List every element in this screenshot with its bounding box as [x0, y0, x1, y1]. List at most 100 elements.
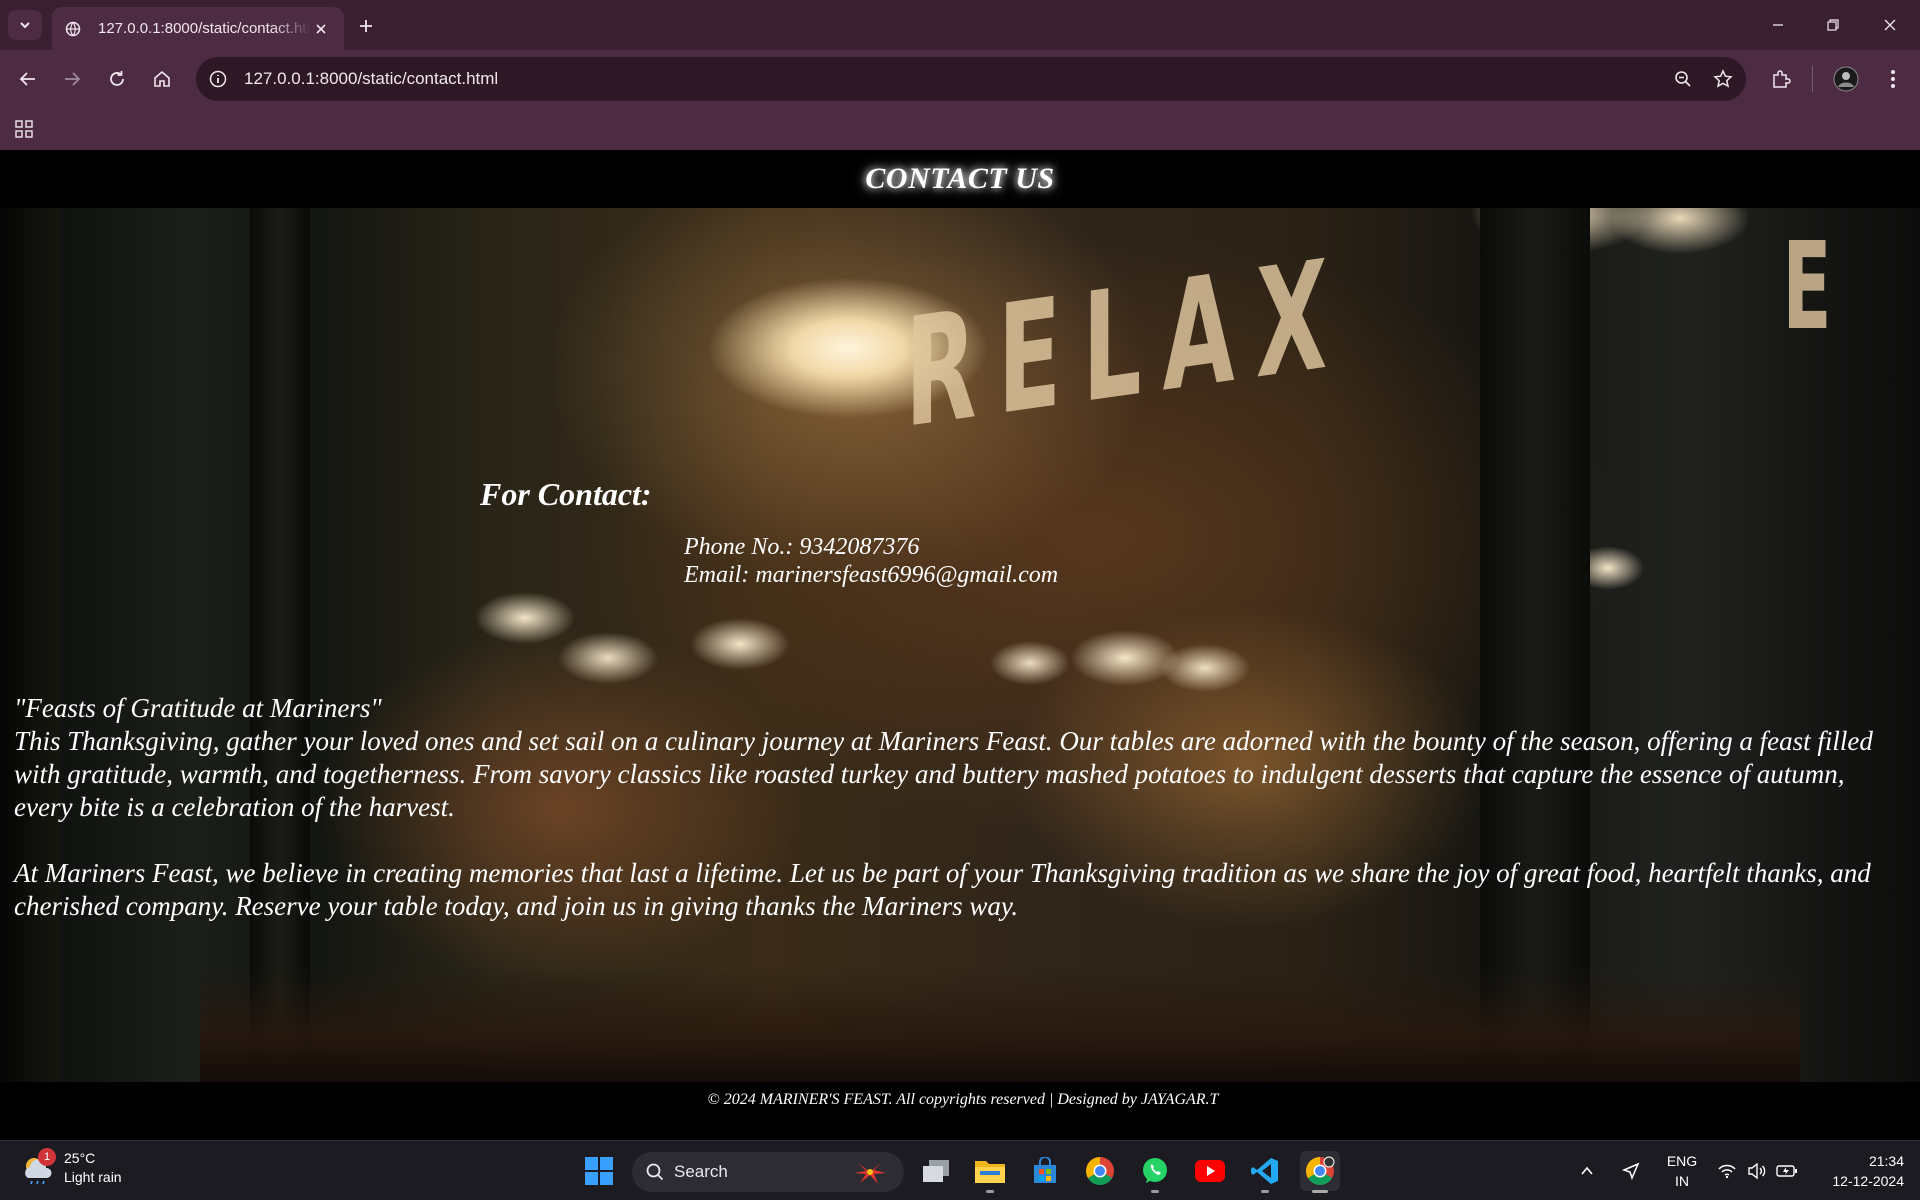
page-header: CONTACT US [0, 150, 1920, 208]
more-vertical-icon [1891, 70, 1895, 88]
minimize-button[interactable] [1756, 8, 1800, 42]
promo-title: "Feasts of Gratitude at Mariners" [14, 693, 382, 723]
extensions-button[interactable] [1765, 63, 1797, 95]
promo-paragraph-2: At Mariners Feast, we believe in creatin… [14, 858, 1871, 921]
contact-heading: For Contact: [480, 476, 652, 512]
address-bar[interactable]: 127.0.0.1:8000/static/contact.html [196, 57, 1746, 101]
email-address: Email: marinersfeast6996@gmail.com [684, 562, 1059, 588]
taskbar: 1 25°C Light rain Search ENG IN 21:34 12… [0, 1140, 1920, 1200]
reload-button[interactable] [101, 63, 133, 95]
toolbar-divider [1812, 66, 1813, 92]
page-title: CONTACT US [865, 162, 1055, 195]
chrome-icon [1086, 1157, 1114, 1185]
relax-sign: RELAX [905, 225, 1349, 462]
store-icon [1034, 1157, 1056, 1183]
weather-widget[interactable]: 1 25°C Light rain [20, 1148, 122, 1187]
close-icon [1884, 19, 1896, 31]
avatar-icon [1833, 66, 1859, 92]
wifi-icon [1718, 1164, 1736, 1179]
speaker-icon [1748, 1163, 1766, 1179]
running-indicator [1261, 1190, 1269, 1193]
arrow-right-icon [65, 72, 81, 86]
clock-time: 21:34 [1868, 1153, 1904, 1169]
whatsapp-icon [1143, 1158, 1167, 1183]
chrome-button[interactable] [1080, 1151, 1120, 1191]
volume-status[interactable] [1742, 1151, 1772, 1191]
browser-menu-button[interactable] [1877, 63, 1909, 95]
start-button[interactable] [579, 1151, 619, 1191]
apps-grid-icon[interactable] [12, 117, 36, 141]
url-text[interactable]: 127.0.0.1:8000/static/contact.html [244, 69, 1666, 89]
chrome-profile-icon [1306, 1156, 1335, 1185]
close-window-button[interactable] [1868, 8, 1912, 42]
restore-icon [1827, 19, 1839, 31]
language-indicator[interactable]: ENG IN [1664, 1151, 1700, 1191]
new-tab-button[interactable] [352, 12, 380, 40]
chrome-active-button[interactable] [1300, 1151, 1340, 1193]
bookmark-star-icon[interactable] [1706, 62, 1740, 96]
region-code: IN [1675, 1173, 1689, 1189]
youtube-button[interactable] [1190, 1151, 1230, 1191]
search-icon [646, 1163, 664, 1181]
location-arrow-icon [1622, 1162, 1640, 1180]
promo-paragraph-1: This Thanksgiving, gather your loved one… [14, 726, 1873, 822]
reload-icon [110, 71, 124, 86]
plus-icon [360, 20, 372, 32]
windows-logo-icon [585, 1157, 613, 1185]
vscode-icon [1251, 1158, 1278, 1184]
zoom-icon[interactable] [1666, 62, 1700, 96]
relax-sign-partial: E [1782, 218, 1832, 357]
vscode-button[interactable] [1245, 1151, 1285, 1193]
location-button[interactable] [1616, 1151, 1646, 1191]
language-code: ENG [1666, 1153, 1698, 1169]
hero-background-image: RELAX E For Contact: Phone No.: 93420873… [0, 208, 1920, 1082]
weather-description: Light rain [64, 1169, 122, 1185]
temperature: 25°C [64, 1150, 96, 1166]
tab-title: 127.0.0.1:8000/static/contact.html [98, 20, 310, 37]
task-view-button[interactable] [916, 1151, 956, 1191]
whatsapp-button[interactable] [1135, 1151, 1175, 1193]
running-indicator [1151, 1190, 1159, 1193]
back-button[interactable] [12, 63, 44, 95]
weather-rain-icon: 1 [20, 1148, 56, 1186]
running-indicator [986, 1190, 994, 1193]
restore-button[interactable] [1811, 8, 1855, 42]
web-page: CONTACT US RELAX E For Contact: Phone No… [0, 150, 1920, 1140]
search-label: Search [674, 1162, 728, 1181]
active-tab[interactable]: 127.0.0.1:8000/static/contact.html [52, 7, 344, 50]
battery-charging-icon [1776, 1165, 1797, 1177]
show-hidden-icons-button[interactable] [1572, 1151, 1602, 1191]
chevron-up-icon [1581, 1166, 1593, 1175]
globe-icon [64, 20, 82, 38]
home-button[interactable] [146, 63, 178, 95]
system-clock[interactable]: 21:34 12-12-2024 [1814, 1151, 1904, 1191]
close-tab-icon[interactable] [310, 18, 332, 40]
window-frame-post [250, 208, 310, 1082]
forward-button[interactable] [56, 63, 88, 95]
profile-avatar[interactable] [1830, 63, 1862, 95]
task-view-icon [923, 1160, 949, 1182]
home-icon [154, 70, 170, 87]
file-explorer-button[interactable] [970, 1151, 1010, 1193]
battery-status[interactable] [1772, 1151, 1802, 1191]
minimize-icon [1773, 24, 1783, 26]
active-indicator [1312, 1190, 1328, 1193]
promo-section: "Feasts of Gratitude at Mariners" This T… [14, 692, 1904, 923]
window-frame-right [1480, 208, 1590, 1082]
arrow-left-icon [19, 72, 35, 86]
puzzle-icon [1773, 70, 1791, 88]
youtube-icon [1195, 1160, 1225, 1182]
bookmarks-bar [0, 108, 1920, 150]
folder-icon [975, 1161, 1005, 1183]
site-info-icon[interactable] [206, 67, 230, 91]
browser-tab-strip: 127.0.0.1:8000/static/contact.html [0, 0, 1920, 50]
phone-number: Phone No.: 9342087376 [684, 534, 920, 560]
store-button[interactable] [1025, 1151, 1065, 1191]
wifi-status[interactable] [1712, 1151, 1742, 1191]
tab-search-button[interactable] [8, 10, 42, 40]
notification-badge: 1 [38, 1148, 56, 1166]
taskbar-search[interactable]: Search [632, 1152, 904, 1192]
browser-toolbar: 127.0.0.1:8000/static/contact.html [0, 50, 1920, 108]
table-foreground [200, 968, 1800, 1082]
